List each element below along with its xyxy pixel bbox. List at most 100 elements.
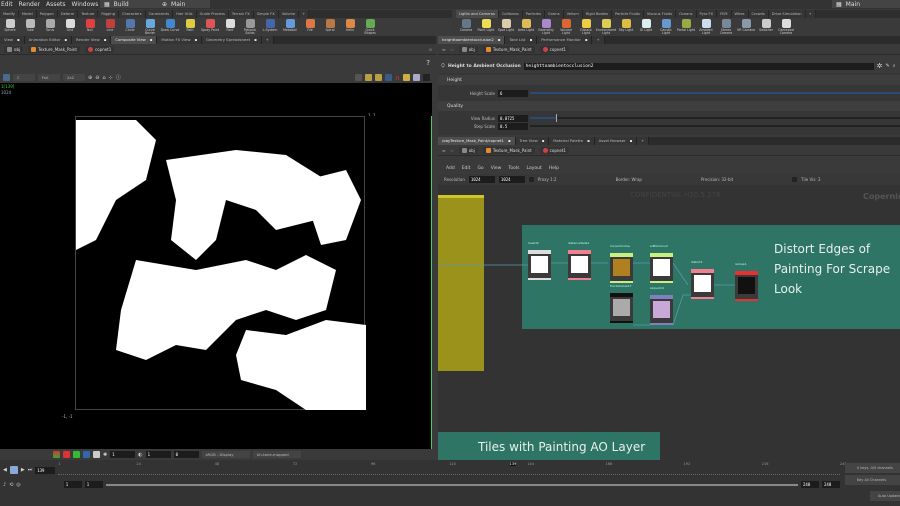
pane-tab-2[interactable]: Performance Monitor ▪ <box>537 36 593 44</box>
tool-gi-light[interactable]: GI Light <box>636 18 656 36</box>
node-monochrome[interactable]: monochrome <box>610 244 633 283</box>
zoom-in-icon[interactable]: ⊕ <box>88 75 92 81</box>
tool-draw-curve[interactable]: Draw Curve <box>160 18 180 36</box>
close-tab-icon[interactable]: ▪ <box>104 36 107 44</box>
forward-icon[interactable]: ⇨ <box>450 47 453 52</box>
view-radius-slider[interactable] <box>530 114 900 122</box>
home-icon[interactable]: ⌂ <box>102 75 105 81</box>
tab-modify[interactable]: Modify <box>0 10 19 18</box>
node-fractalnoise17[interactable]: fractalnoise17 <box>610 284 633 323</box>
pane-tab-1[interactable]: Animation Editor ▪ <box>24 36 72 44</box>
tool-spot-light[interactable]: Spot Light <box>496 18 516 36</box>
tool-volume-light[interactable]: Volume Light <box>556 18 576 36</box>
loop-icon[interactable]: ⟲ <box>9 482 13 488</box>
context-selector[interactable]: ⊕ Main <box>158 0 210 8</box>
tool-circle[interactable]: Circle <box>120 18 140 36</box>
tab-model[interactable]: Model <box>18 10 37 18</box>
tool-point-light[interactable]: Point Light <box>476 18 496 36</box>
tab-pyro-fx[interactable]: Pyro FX <box>696 10 718 18</box>
realtime-icon[interactable]: ◎ <box>16 482 20 488</box>
zoom-out-icon[interactable]: ⊖ <box>95 75 99 81</box>
node-sdftomono2[interactable]: sdftomono2 <box>650 244 673 283</box>
close-tab-icon[interactable]: ▪ <box>150 36 153 44</box>
current-frame-field[interactable]: 139 <box>35 466 56 474</box>
tool-switcher[interactable]: Switcher <box>756 18 776 36</box>
tab-volume[interactable]: Volume <box>278 10 300 18</box>
path-texture-mask-paint[interactable]: Texture_Mask_Paint <box>28 46 80 53</box>
tab-texture[interactable]: Texture <box>78 10 99 18</box>
checker-icon[interactable] <box>403 74 410 81</box>
tool-sphere[interactable]: Sphere <box>0 18 20 36</box>
step-scale-field[interactable]: 0.5 <box>498 122 528 130</box>
tool-quick-shapes[interactable]: Quick Shapes <box>360 18 380 36</box>
info-icon[interactable]: ⓘ <box>116 74 121 81</box>
path-obj[interactable]: obj <box>4 46 24 53</box>
view-radius-field[interactable]: 0.0725 <box>498 114 528 122</box>
tab-particles[interactable]: Particles <box>522 10 545 18</box>
tool-curve-bezier[interactable]: Curve Bezier <box>140 18 160 36</box>
forward-icon[interactable]: ⇨ <box>450 148 453 153</box>
node-remap1[interactable]: remap1 <box>735 262 758 301</box>
tool-gamepad-camera[interactable]: Gamepad Camera <box>776 18 796 36</box>
close-tab-icon[interactable]: ▪ <box>64 36 67 44</box>
back-icon[interactable]: ⇦ <box>442 148 445 153</box>
play-reverse-icon[interactable]: ◀ <box>3 467 7 473</box>
tab-polygon[interactable]: Polygon <box>36 10 58 18</box>
end-frame-field[interactable]: 240 <box>801 481 819 488</box>
tool-distant-light[interactable]: Distant Light <box>576 18 596 36</box>
tool-area-light[interactable]: Area Light <box>516 18 536 36</box>
tool-vr-camera[interactable]: VR Camera <box>736 18 756 36</box>
start-frame-field-2[interactable]: 1 <box>84 481 103 488</box>
auto-update-button[interactable]: Auto Update <box>870 491 900 501</box>
tab-wires[interactable]: Wires <box>731 10 749 18</box>
tab-particle-fluids[interactable]: Particle Fluids <box>612 10 644 18</box>
pane-tab-2[interactable]: Render View ▪ <box>71 36 112 44</box>
tab-vellum[interactable]: Vellum <box>563 10 583 18</box>
audio-icon[interactable]: ♪ <box>3 482 6 488</box>
tab-crowds[interactable]: Crowds <box>748 10 769 18</box>
back-icon[interactable]: ⇦ <box>442 47 445 52</box>
tool-spiral[interactable]: Spiral <box>320 18 340 36</box>
network-menu-layout[interactable]: Layout <box>526 166 541 171</box>
pane-tab-0[interactable]: /obj/Texture_Mask_Paint/copnet1 ▪ <box>438 137 516 145</box>
menu-edit[interactable]: Edit <box>1 1 13 8</box>
height-scale-field[interactable]: 6 <box>498 89 528 97</box>
height-scale-slider[interactable] <box>530 92 900 94</box>
network-menu-help[interactable]: Help <box>549 166 559 171</box>
grid-view-icon[interactable] <box>413 74 420 81</box>
network-menu-edit[interactable]: Edit <box>462 166 471 171</box>
tab-characters[interactable]: Characters <box>118 10 146 18</box>
pane-tab-1[interactable]: Tree View ▪ <box>515 137 550 145</box>
close-tab-icon[interactable]: ▪ <box>630 137 633 145</box>
menu-assets[interactable]: Assets <box>46 1 66 8</box>
tool-grid[interactable]: Grid <box>60 18 80 36</box>
stop-button[interactable] <box>9 466 18 474</box>
close-tab-icon[interactable]: ▪ <box>498 36 501 44</box>
tab-collisions[interactable]: Collisions <box>498 10 523 18</box>
plane-dropdown[interactable]: C <box>13 74 35 81</box>
tab-grains[interactable]: Grains <box>544 10 564 18</box>
tab-viscous-fluids[interactable]: Viscous Fluids <box>643 10 677 18</box>
display-dropdown[interactable]: sRGB - Display <box>201 451 250 458</box>
tab-rigging[interactable]: Rigging <box>98 10 119 18</box>
node-distort1[interactable]: distort1 <box>691 260 714 299</box>
tab-lights-and-cameras[interactable]: Lights and Cameras <box>456 10 499 18</box>
rgb-channel-icon[interactable] <box>53 451 60 458</box>
layout-quad-icon[interactable] <box>374 74 382 81</box>
tool-spray-paint[interactable]: Spray Paint <box>200 18 220 36</box>
alpha-channel-icon[interactable] <box>93 451 100 458</box>
key-all-channels-button[interactable]: Key All Channels <box>845 475 900 485</box>
pane-tab-5[interactable]: Geometry Spreadsheet ▪ <box>202 36 262 44</box>
fit-icon[interactable]: ⊹ <box>109 75 113 81</box>
timeline-ruler[interactable]: 1 24 48 72 96 120 144 168 192 216 240 139 <box>58 462 847 475</box>
help-icon[interactable]: ? <box>426 59 430 67</box>
node-invert2[interactable]: invert2 <box>528 241 551 280</box>
tab-oceans[interactable]: Oceans <box>676 10 697 18</box>
pin-icon[interactable]: ⊙ <box>429 47 432 52</box>
tool-line[interactable]: Line <box>100 18 120 36</box>
tab-fem[interactable]: FEM <box>717 10 732 18</box>
tool-caustic-light[interactable]: Caustic Light <box>656 18 676 36</box>
tonemap-dropdown[interactable]: Un-tone-mapped <box>252 451 301 458</box>
add-tab-icon[interactable]: + <box>805 10 816 18</box>
node-name-field[interactable]: heighttoambientocclusion2 <box>523 62 874 70</box>
